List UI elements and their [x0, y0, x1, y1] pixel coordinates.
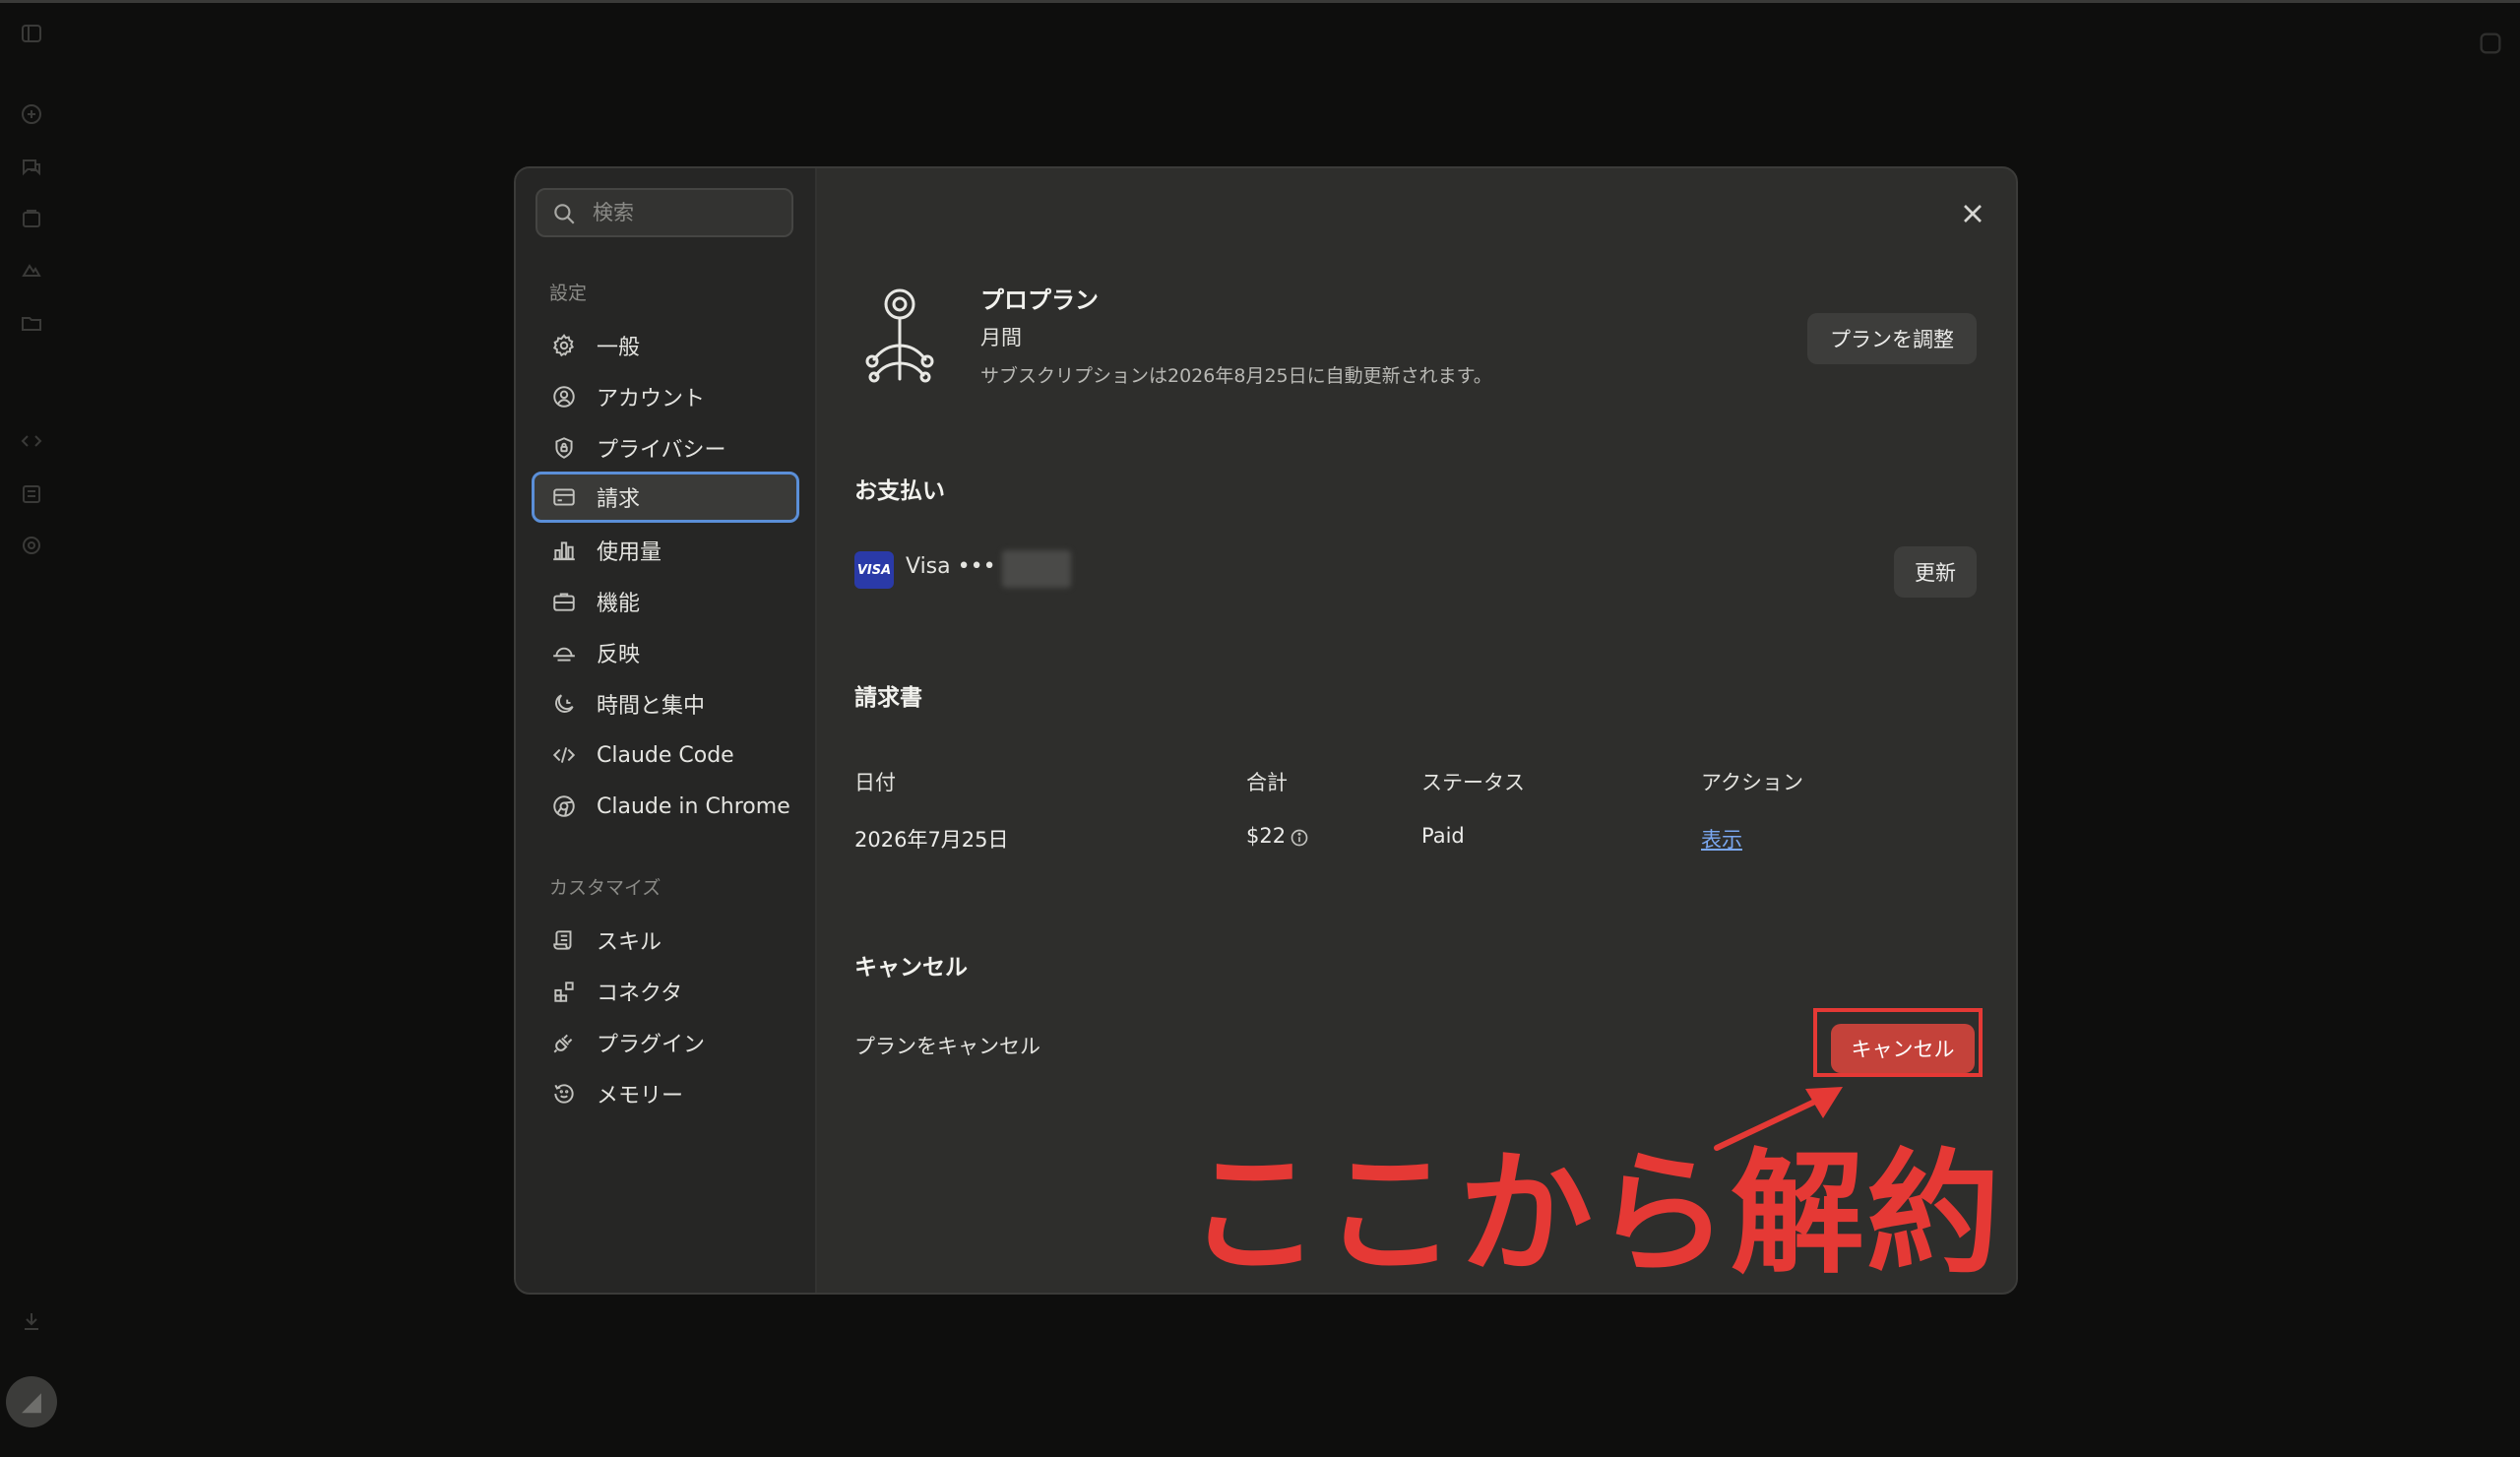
sidebar-item-features[interactable]: 機能: [532, 576, 799, 627]
sidebar-item-billing[interactable]: 請求: [532, 472, 799, 523]
sidebar-item-label: スキル: [597, 930, 662, 955]
sidebar-item-memory[interactable]: メモリー: [532, 1068, 799, 1119]
list-icon: [20, 482, 43, 506]
visa-card-icon: VISA: [854, 551, 894, 589]
sidebar-item-connectors[interactable]: コネクタ: [532, 966, 799, 1017]
invoice-total: $22: [1246, 824, 1287, 848]
sidebar-item-label: 一般: [597, 336, 641, 360]
blocks-icon: [551, 979, 577, 1004]
nav-heading-settings: 設定: [549, 283, 588, 304]
sidebar-item-label: アカウント: [597, 387, 706, 412]
column-header-action: アクション: [1701, 771, 1803, 794]
sidebar-item-label: コネクタ: [597, 982, 683, 1006]
window-top-border: [0, 0, 2520, 3]
projects-icon: [20, 207, 43, 230]
sidebar-item-account[interactable]: アカウント: [532, 371, 799, 422]
invoices-heading: 請求書: [854, 685, 922, 711]
chats-icon: [20, 156, 43, 179]
sidebar-item-reflection[interactable]: 反映: [532, 627, 799, 678]
moon-icon: [551, 691, 577, 717]
payment-heading: お支払い: [854, 478, 945, 504]
card-number-redacted: [1002, 550, 1071, 588]
download-icon: [20, 1309, 43, 1333]
cancel-heading: キャンセル: [854, 955, 968, 981]
sidebar-item-claude-code[interactable]: Claude Code: [532, 729, 799, 781]
column-header-date: 日付: [854, 771, 896, 794]
sidebar-item-skills[interactable]: スキル: [532, 915, 799, 966]
folder-icon: [20, 311, 43, 335]
info-icon[interactable]: [1290, 828, 1309, 848]
sidebar-item-general[interactable]: 一般: [532, 320, 799, 371]
plan-renewal-text: サブスクリプションは2026年8月25日に自動更新されます。: [980, 365, 1492, 387]
code-icon: [551, 742, 577, 768]
globe-icon: [551, 793, 577, 819]
sidebar-item-label: メモリー: [597, 1084, 684, 1109]
code-icon: [20, 429, 43, 453]
gear-icon: [551, 333, 577, 358]
card-number-label: Visa •••: [906, 554, 996, 579]
sidebar-item-usage[interactable]: 使用量: [532, 525, 799, 576]
search-box[interactable]: [536, 188, 793, 237]
sidebar-toggle-icon: [20, 22, 43, 45]
history-icon: [551, 1081, 577, 1107]
sidebar-item-claude-in-chrome[interactable]: Claude in Chrome: [532, 781, 799, 832]
nav-heading-customize: カスタマイズ: [549, 877, 662, 899]
bar-chart-icon: [551, 538, 577, 563]
sidebar-item-label: プラグイン: [597, 1033, 706, 1057]
sidebar-item-label: Claude Code: [597, 742, 734, 768]
search-input[interactable]: [593, 198, 780, 227]
sidebar-item-privacy[interactable]: プライバシー: [532, 422, 799, 474]
invoice-status: Paid: [1421, 824, 1465, 848]
column-header-status: ステータス: [1421, 771, 1525, 794]
sidebar-item-label: 時間と集中: [597, 694, 706, 719]
plan-billing-cycle: 月間: [980, 326, 1022, 349]
sidebar-item-plugins[interactable]: プラグイン: [532, 1017, 799, 1068]
update-payment-button[interactable]: 更新: [1894, 546, 1977, 598]
plan-tree-icon: [858, 286, 941, 385]
sidebar-item-label: 反映: [597, 643, 641, 667]
new-chat-icon: [20, 102, 43, 126]
annotation-highlight-box: [1813, 1008, 1983, 1077]
artifacts-icon: [20, 258, 43, 282]
sidebar-item-time-focus[interactable]: 時間と集中: [532, 678, 799, 729]
sidebar-item-label: 機能: [597, 592, 641, 616]
cancel-plan-label: プランをキャンセル: [854, 1035, 1040, 1058]
avatar: ◢: [6, 1376, 57, 1427]
close-button[interactable]: [1957, 198, 1988, 229]
user-circle-icon: [551, 384, 577, 410]
settings-sidebar: 設定 一般 アカウント プライバシー 請求: [516, 168, 817, 1293]
plan-title: プロプラン: [980, 286, 1099, 314]
sidebar-item-label: 使用量: [597, 540, 662, 565]
sidebar-item-label: プライバシー: [597, 438, 726, 463]
plug-icon: [551, 1030, 577, 1055]
search-icon: [551, 201, 577, 226]
adjust-plan-button[interactable]: プランを調整: [1807, 313, 1977, 364]
app-sidebar-background: ◢: [0, 0, 63, 1457]
scroll-icon: [551, 927, 577, 953]
window-control-icon: [2477, 30, 2504, 57]
column-header-total: 合計: [1246, 771, 1288, 794]
view-invoice-link[interactable]: 表示: [1701, 824, 1742, 854]
briefcase-icon: [551, 589, 577, 614]
shield-icon: [551, 435, 577, 461]
sidebar-item-label: Claude in Chrome: [597, 793, 790, 819]
settings-icon: [20, 534, 43, 557]
invoice-date: 2026年7月25日: [854, 828, 1009, 852]
credit-card-icon: [551, 484, 577, 510]
sunrise-icon: [551, 640, 577, 665]
annotation-text: ここから解約: [1187, 1137, 2002, 1293]
sidebar-item-label: 請求: [597, 487, 641, 512]
